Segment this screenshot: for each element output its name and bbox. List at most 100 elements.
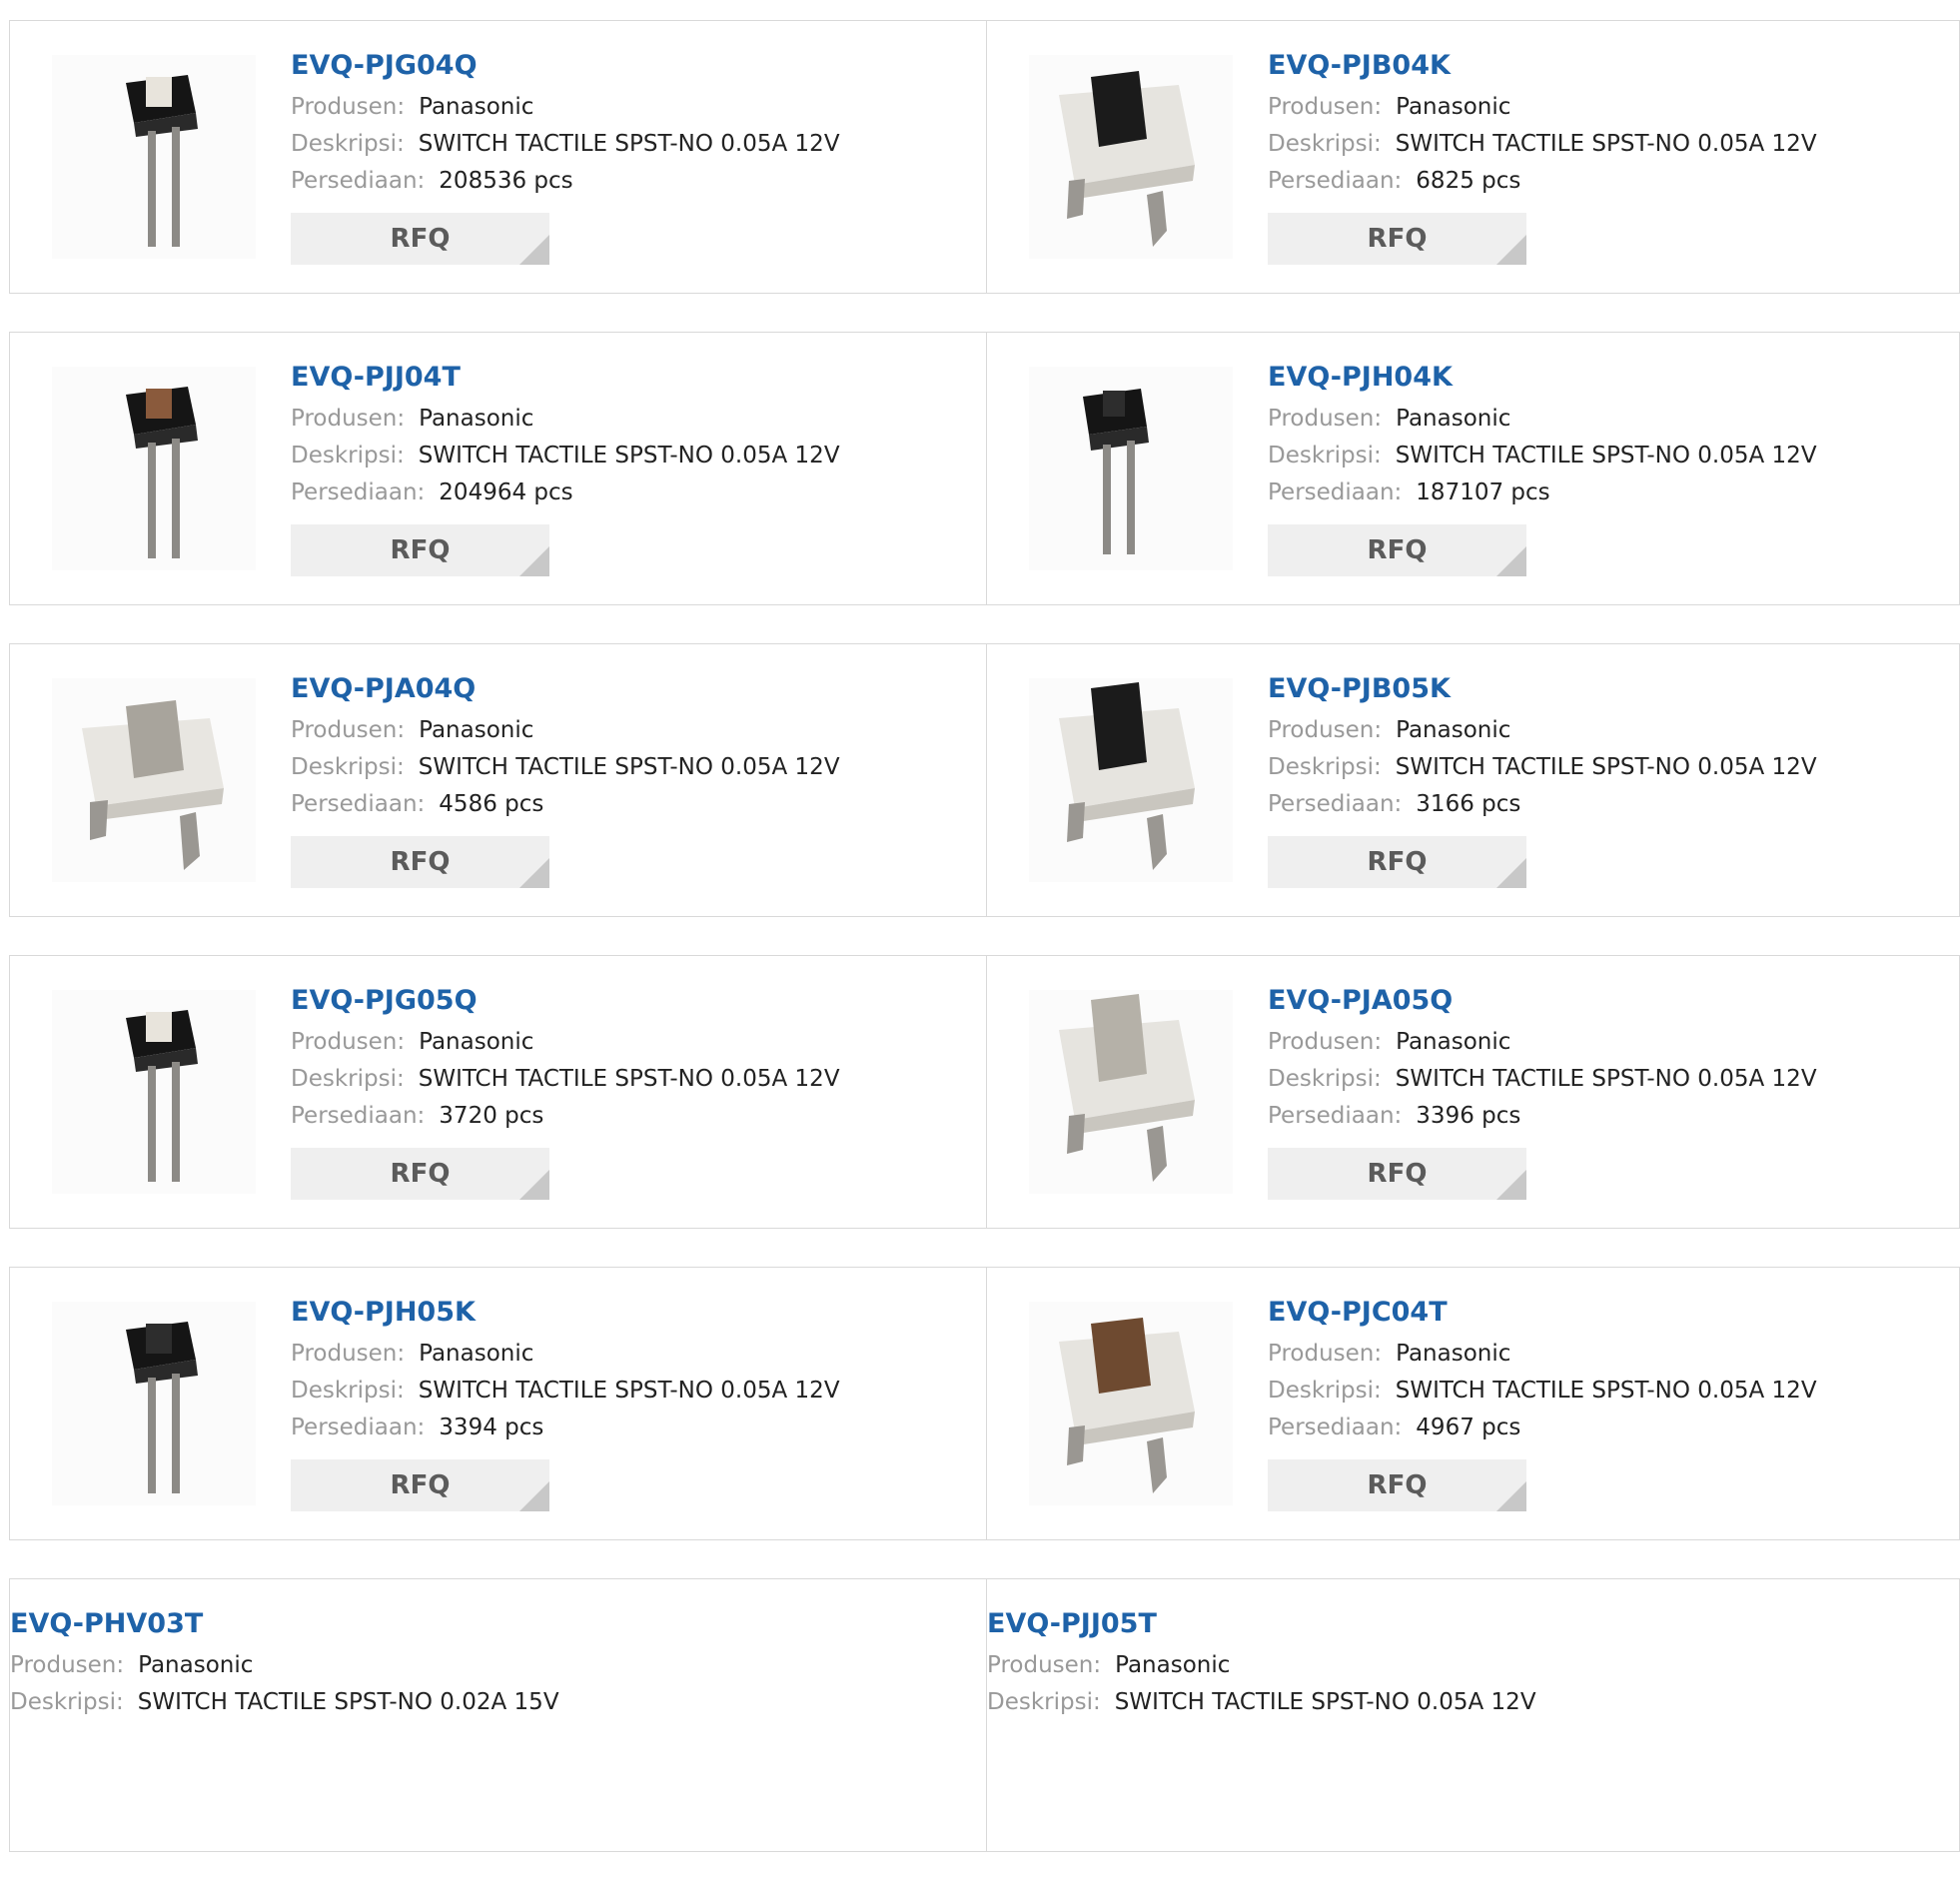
manufacturer-line: Produsen: Panasonic xyxy=(291,1336,986,1373)
tactile-switch-white-black-actuator-icon xyxy=(1029,55,1233,259)
description-line: Deskripsi: SWITCH TACTILE SPST-NO 0.02A 1… xyxy=(10,1684,986,1721)
description-label: Deskripsi: xyxy=(1268,443,1382,469)
description-value: SWITCH TACTILE SPST-NO 0.02A 15V xyxy=(137,1689,559,1715)
stock-label: Persediaan: xyxy=(1268,791,1403,817)
manufacturer-label: Produsen: xyxy=(291,94,406,120)
product-card: EVQ-PJB05K Produsen: Panasonic Deskripsi:… xyxy=(986,644,1959,916)
description-value: SWITCH TACTILE SPST-NO 0.05A 12V xyxy=(418,1378,840,1404)
manufacturer-value: Panasonic xyxy=(1396,94,1511,120)
product-card: EVQ-PJB04K Produsen: Panasonic Deskripsi:… xyxy=(986,21,1959,293)
stock-line: Persediaan: 187107 pcs xyxy=(1268,474,1959,511)
manufacturer-value: Panasonic xyxy=(138,1652,254,1678)
stock-label: Persediaan: xyxy=(291,1415,426,1440)
rfq-button[interactable]: RFQ xyxy=(1268,213,1526,265)
description-value: SWITCH TACTILE SPST-NO 0.05A 12V xyxy=(1395,754,1817,780)
description-label: Deskripsi: xyxy=(291,131,405,157)
tactile-switch-white-black-actuator-icon xyxy=(1029,678,1233,882)
product-row: EVQ-PHV03T Produsen: Panasonic Deskripsi:… xyxy=(9,1578,1960,1852)
tactile-switch-white-gray-actuator-icon xyxy=(1029,990,1233,1194)
corner-triangle-icon xyxy=(1496,1170,1526,1200)
stock-label: Persediaan: xyxy=(1268,1415,1403,1440)
corner-triangle-icon xyxy=(519,235,549,265)
manufacturer-line: Produsen: Panasonic xyxy=(291,89,986,126)
rfq-label: RFQ xyxy=(390,847,451,877)
product-link[interactable]: EVQ-PJG04Q xyxy=(291,49,986,83)
description-line: Deskripsi: SWITCH TACTILE SPST-NO 0.05A 1… xyxy=(291,749,986,786)
product-row: EVQ-PJG04Q Produsen: Panasonic Deskripsi:… xyxy=(9,20,1960,294)
description-value: SWITCH TACTILE SPST-NO 0.05A 12V xyxy=(418,131,840,157)
rfq-button[interactable]: RFQ xyxy=(291,1148,549,1200)
stock-label: Persediaan: xyxy=(291,168,426,194)
stock-line: Persediaan: 4967 pcs xyxy=(1268,1410,1959,1446)
product-card: EVQ-PJH04K Produsen: Panasonic Deskripsi:… xyxy=(986,333,1959,604)
product-row: EVQ-PJA04Q Produsen: Panasonic Deskripsi:… xyxy=(9,643,1960,917)
product-link[interactable]: EVQ-PJC04T xyxy=(1268,1296,1959,1330)
stock-value: 3394 pcs xyxy=(439,1415,544,1440)
rfq-label: RFQ xyxy=(390,535,451,565)
product-link[interactable]: EVQ-PJB04K xyxy=(1268,49,1959,83)
description-value: SWITCH TACTILE SPST-NO 0.05A 12V xyxy=(1395,131,1817,157)
product-link[interactable]: EVQ-PJJ04T xyxy=(291,361,986,395)
product-row: EVQ-PJH05K Produsen: Panasonic Deskripsi:… xyxy=(9,1267,1960,1540)
description-label: Deskripsi: xyxy=(291,754,405,780)
corner-triangle-icon xyxy=(1496,235,1526,265)
stock-line: Persediaan: 3166 pcs xyxy=(1268,786,1959,823)
corner-triangle-icon xyxy=(1496,1481,1526,1511)
manufacturer-label: Produsen: xyxy=(291,406,406,432)
product-link[interactable]: EVQ-PHV03T xyxy=(10,1607,986,1641)
description-label: Deskripsi: xyxy=(291,1066,405,1092)
product-link[interactable]: EVQ-PJA04Q xyxy=(291,672,986,706)
rfq-button[interactable]: RFQ xyxy=(291,1459,549,1511)
stock-value: 187107 pcs xyxy=(1416,479,1550,505)
rfq-button[interactable]: RFQ xyxy=(291,836,549,888)
product-link[interactable]: EVQ-PJB05K xyxy=(1268,672,1959,706)
rfq-button[interactable]: RFQ xyxy=(1268,836,1526,888)
rfq-button[interactable]: RFQ xyxy=(1268,1148,1526,1200)
rfq-label: RFQ xyxy=(1367,224,1428,254)
description-value: SWITCH TACTILE SPST-NO 0.05A 12V xyxy=(1395,443,1817,469)
tactile-switch-white-brown-actuator-icon xyxy=(1029,1302,1233,1505)
stock-label: Persediaan: xyxy=(1268,1103,1403,1129)
rfq-label: RFQ xyxy=(1367,1470,1428,1500)
stock-value: 4967 pcs xyxy=(1416,1415,1521,1440)
tactile-switch-white-gray-actuator-icon xyxy=(52,678,256,882)
product-list: EVQ-PJG04Q Produsen: Panasonic Deskripsi:… xyxy=(9,20,1960,1890)
product-card: EVQ-PJJ04T Produsen: Panasonic Deskripsi:… xyxy=(10,333,986,604)
product-link[interactable]: EVQ-PJH04K xyxy=(1268,361,1959,395)
description-label: Deskripsi: xyxy=(1268,131,1382,157)
stock-label: Persediaan: xyxy=(291,791,426,817)
manufacturer-label: Produsen: xyxy=(1268,94,1383,120)
manufacturer-value: Panasonic xyxy=(1396,717,1511,743)
manufacturer-line: Produsen: Panasonic xyxy=(1268,89,1959,126)
rfq-button[interactable]: RFQ xyxy=(291,213,549,265)
description-value: SWITCH TACTILE SPST-NO 0.05A 12V xyxy=(418,443,840,469)
description-line: Deskripsi: SWITCH TACTILE SPST-NO 0.05A 1… xyxy=(291,438,986,474)
stock-value: 3166 pcs xyxy=(1416,791,1521,817)
description-line: Deskripsi: SWITCH TACTILE SPST-NO 0.05A 1… xyxy=(1268,438,1959,474)
rfq-button[interactable]: RFQ xyxy=(291,524,549,576)
rfq-label: RFQ xyxy=(1367,535,1428,565)
description-label: Deskripsi: xyxy=(1268,1066,1382,1092)
description-label: Deskripsi: xyxy=(291,443,405,469)
description-value: SWITCH TACTILE SPST-NO 0.05A 12V xyxy=(1395,1378,1817,1404)
product-card: EVQ-PJC04T Produsen: Panasonic Deskripsi:… xyxy=(986,1268,1959,1539)
description-label: Deskripsi: xyxy=(987,1689,1101,1715)
manufacturer-value: Panasonic xyxy=(1396,1029,1511,1055)
stock-line: Persediaan: 3396 pcs xyxy=(1268,1098,1959,1135)
description-line: Deskripsi: SWITCH TACTILE SPST-NO 0.05A 1… xyxy=(291,1373,986,1410)
tactile-switch-black-through-hole-tall-icon xyxy=(52,55,256,259)
description-line: Deskripsi: SWITCH TACTILE SPST-NO 0.05A 1… xyxy=(1268,1061,1959,1098)
product-link[interactable]: EVQ-PJH05K xyxy=(291,1296,986,1330)
description-value: SWITCH TACTILE SPST-NO 0.05A 12V xyxy=(418,754,840,780)
product-link[interactable]: EVQ-PJG05Q xyxy=(291,984,986,1018)
product-card: EVQ-PHV03T Produsen: Panasonic Deskripsi:… xyxy=(10,1579,986,1851)
manufacturer-label: Produsen: xyxy=(291,1029,406,1055)
product-link[interactable]: EVQ-PJA05Q xyxy=(1268,984,1959,1018)
stock-label: Persediaan: xyxy=(1268,479,1403,505)
manufacturer-label: Produsen: xyxy=(1268,717,1383,743)
rfq-button[interactable]: RFQ xyxy=(1268,1459,1526,1511)
rfq-button[interactable]: RFQ xyxy=(1268,524,1526,576)
manufacturer-line: Produsen: Panasonic xyxy=(1268,712,1959,749)
stock-value: 204964 pcs xyxy=(439,479,573,505)
product-link[interactable]: EVQ-PJJ05T xyxy=(987,1607,1959,1641)
